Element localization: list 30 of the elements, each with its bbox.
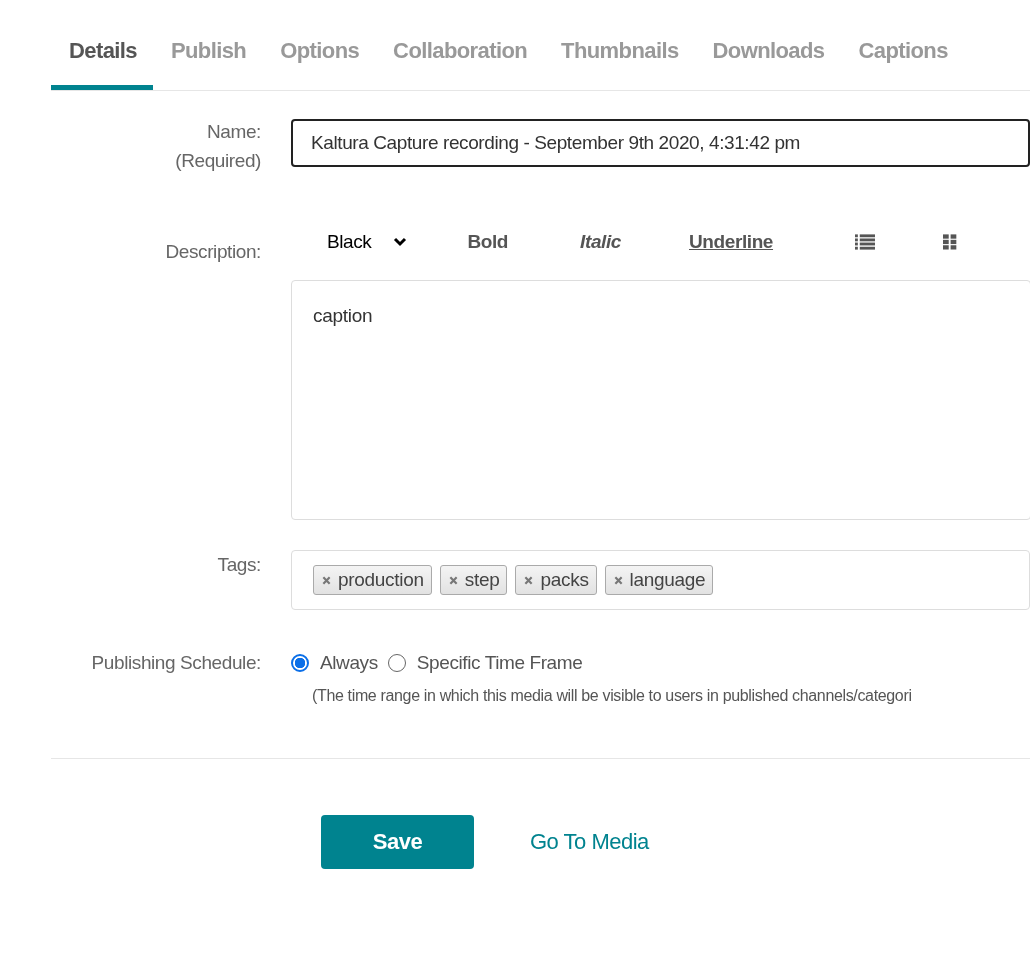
radio-label[interactable]: Specific Time Frame [416, 648, 583, 677]
field-label: Description: [165, 240, 261, 264]
remove-icon[interactable] [448, 575, 458, 585]
hint-text: (The time range in which this media will be visible to users in published channels/categori [311, 687, 912, 705]
go-to-media-link[interactable]: Go To Media [530, 829, 649, 855]
chevron-down-icon [393, 237, 408, 247]
tags-field[interactable]: production step packs language [291, 550, 1030, 610]
field-label: Name: [207, 120, 261, 144]
save-button[interactable]: Save [321, 815, 474, 869]
tag-label: language [629, 569, 706, 591]
tag-label: packs [540, 569, 589, 591]
description-text: caption [313, 305, 373, 326]
field-label: Publishing Schedule: [91, 651, 261, 675]
remove-icon[interactable] [613, 575, 623, 585]
tag-label: step [464, 569, 500, 591]
description-editor[interactable]: caption [291, 280, 1030, 520]
list-icon[interactable] [855, 234, 875, 250]
tab[interactable]: Details [51, 34, 153, 90]
required-note: (Required) [175, 149, 261, 173]
bold-button[interactable]: Bold [467, 231, 509, 253]
italic-button[interactable]: Italic [580, 231, 621, 253]
color-dropdown[interactable]: Black [327, 231, 408, 253]
remove-icon[interactable] [322, 575, 331, 585]
remove-icon[interactable] [524, 575, 534, 585]
field-label: Tags: [217, 553, 261, 577]
name-input[interactable]: Kaltura Capture recording - September 9th 2020, 4:31:42 pm [291, 119, 1030, 167]
radio-button[interactable] [291, 653, 309, 672]
underline-button[interactable]: Underline [689, 231, 774, 253]
radio-label[interactable]: Always [320, 648, 378, 677]
tag-label: production [338, 569, 424, 591]
